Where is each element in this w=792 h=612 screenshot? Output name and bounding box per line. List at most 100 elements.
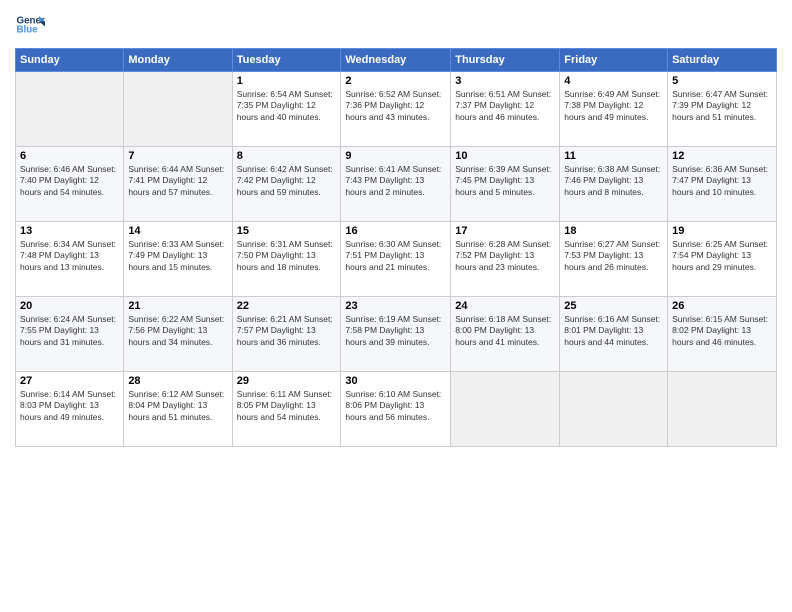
- day-info: Sunrise: 6:28 AM Sunset: 7:52 PM Dayligh…: [455, 239, 555, 273]
- day-info: Sunrise: 6:21 AM Sunset: 7:57 PM Dayligh…: [237, 314, 337, 348]
- header: General Blue: [15, 10, 777, 40]
- calendar-cell: 4 Sunrise: 6:49 AM Sunset: 7:38 PM Daylig…: [560, 72, 668, 147]
- day-info: Sunrise: 6:33 AM Sunset: 7:49 PM Dayligh…: [128, 239, 227, 273]
- day-info: Sunrise: 6:15 AM Sunset: 8:02 PM Dayligh…: [672, 314, 772, 348]
- week-row-3: 13 Sunrise: 6:34 AM Sunset: 7:48 PM Dayli…: [16, 222, 777, 297]
- calendar-cell: 11 Sunrise: 6:38 AM Sunset: 7:46 PM Dayli…: [560, 147, 668, 222]
- day-info: Sunrise: 6:36 AM Sunset: 7:47 PM Dayligh…: [672, 164, 772, 198]
- calendar-cell: 25 Sunrise: 6:16 AM Sunset: 8:01 PM Dayli…: [560, 297, 668, 372]
- day-info: Sunrise: 6:34 AM Sunset: 7:48 PM Dayligh…: [20, 239, 119, 273]
- day-info: Sunrise: 6:38 AM Sunset: 7:46 PM Dayligh…: [564, 164, 663, 198]
- day-number: 14: [128, 225, 227, 237]
- day-info: Sunrise: 6:54 AM Sunset: 7:35 PM Dayligh…: [237, 89, 337, 123]
- day-number: 20: [20, 300, 119, 312]
- logo-icon: General Blue: [15, 10, 45, 40]
- day-number: 4: [564, 75, 663, 87]
- day-info: Sunrise: 6:30 AM Sunset: 7:51 PM Dayligh…: [345, 239, 446, 273]
- day-info: Sunrise: 6:44 AM Sunset: 7:41 PM Dayligh…: [128, 164, 227, 198]
- day-number: 22: [237, 300, 337, 312]
- day-number: 2: [345, 75, 446, 87]
- day-info: Sunrise: 6:16 AM Sunset: 8:01 PM Dayligh…: [564, 314, 663, 348]
- calendar-cell: 27 Sunrise: 6:14 AM Sunset: 8:03 PM Dayli…: [16, 372, 124, 447]
- day-number: 28: [128, 375, 227, 387]
- calendar-page: General Blue SundayMondayTuesdayWednesda…: [0, 0, 792, 612]
- calendar-cell: 12 Sunrise: 6:36 AM Sunset: 7:47 PM Dayli…: [668, 147, 777, 222]
- week-row-2: 6Sunrise: 6:46 AM Sunset: 7:40 PM Daylig…: [16, 147, 777, 222]
- calendar-cell: 22 Sunrise: 6:21 AM Sunset: 7:57 PM Dayli…: [232, 297, 341, 372]
- weekday-header-tuesday: Tuesday: [232, 49, 341, 72]
- calendar-cell: [668, 372, 777, 447]
- calendar-cell: 16Sunrise: 6:30 AM Sunset: 7:51 PM Dayli…: [341, 222, 451, 297]
- day-info: Sunrise: 6:42 AM Sunset: 7:42 PM Dayligh…: [237, 164, 337, 198]
- calendar-cell: 14 Sunrise: 6:33 AM Sunset: 7:49 PM Dayli…: [124, 222, 232, 297]
- day-info: Sunrise: 6:22 AM Sunset: 7:56 PM Dayligh…: [128, 314, 227, 348]
- day-info: Sunrise: 6:12 AM Sunset: 8:04 PM Dayligh…: [128, 389, 227, 423]
- day-number: 23: [345, 300, 446, 312]
- day-info: Sunrise: 6:27 AM Sunset: 7:53 PM Dayligh…: [564, 239, 663, 273]
- calendar-cell: 9Sunrise: 6:41 AM Sunset: 7:43 PM Daylig…: [341, 147, 451, 222]
- week-row-4: 20 Sunrise: 6:24 AM Sunset: 7:55 PM Dayli…: [16, 297, 777, 372]
- day-number: 10: [455, 150, 555, 162]
- weekday-header-saturday: Saturday: [668, 49, 777, 72]
- calendar-cell: 18Sunrise: 6:27 AM Sunset: 7:53 PM Dayli…: [560, 222, 668, 297]
- day-number: 12: [672, 150, 772, 162]
- day-number: 15: [237, 225, 337, 237]
- calendar-cell: 24 Sunrise: 6:18 AM Sunset: 8:00 PM Dayli…: [451, 297, 560, 372]
- calendar-cell: 29 Sunrise: 6:11 AM Sunset: 8:05 PM Dayli…: [232, 372, 341, 447]
- day-number: 3: [455, 75, 555, 87]
- day-info: Sunrise: 6:24 AM Sunset: 7:55 PM Dayligh…: [20, 314, 119, 348]
- day-info: Sunrise: 6:14 AM Sunset: 8:03 PM Dayligh…: [20, 389, 119, 423]
- weekday-header-friday: Friday: [560, 49, 668, 72]
- week-row-1: 1 Sunrise: 6:54 AM Sunset: 7:35 PM Daylig…: [16, 72, 777, 147]
- day-info: Sunrise: 6:41 AM Sunset: 7:43 PM Dayligh…: [345, 164, 446, 198]
- day-info: Sunrise: 6:52 AM Sunset: 7:36 PM Dayligh…: [345, 89, 446, 123]
- calendar-cell: 6Sunrise: 6:46 AM Sunset: 7:40 PM Daylig…: [16, 147, 124, 222]
- day-number: 17: [455, 225, 555, 237]
- calendar-cell: 28 Sunrise: 6:12 AM Sunset: 8:04 PM Dayli…: [124, 372, 232, 447]
- calendar-cell: [560, 372, 668, 447]
- day-info: Sunrise: 6:11 AM Sunset: 8:05 PM Dayligh…: [237, 389, 337, 423]
- calendar-cell: 3Sunrise: 6:51 AM Sunset: 7:37 PM Daylig…: [451, 72, 560, 147]
- day-number: 27: [20, 375, 119, 387]
- day-number: 8: [237, 150, 337, 162]
- calendar-cell: 17 Sunrise: 6:28 AM Sunset: 7:52 PM Dayli…: [451, 222, 560, 297]
- calendar-cell: [16, 72, 124, 147]
- day-info: Sunrise: 6:39 AM Sunset: 7:45 PM Dayligh…: [455, 164, 555, 198]
- calendar-cell: 13 Sunrise: 6:34 AM Sunset: 7:48 PM Dayli…: [16, 222, 124, 297]
- calendar-cell: 1 Sunrise: 6:54 AM Sunset: 7:35 PM Daylig…: [232, 72, 341, 147]
- weekday-header-sunday: Sunday: [16, 49, 124, 72]
- calendar-cell: 5Sunrise: 6:47 AM Sunset: 7:39 PM Daylig…: [668, 72, 777, 147]
- day-number: 29: [237, 375, 337, 387]
- calendar-cell: 21 Sunrise: 6:22 AM Sunset: 7:56 PM Dayli…: [124, 297, 232, 372]
- day-number: 21: [128, 300, 227, 312]
- day-info: Sunrise: 6:10 AM Sunset: 8:06 PM Dayligh…: [345, 389, 446, 423]
- day-number: 11: [564, 150, 663, 162]
- calendar-cell: 15 Sunrise: 6:31 AM Sunset: 7:50 PM Dayli…: [232, 222, 341, 297]
- day-number: 19: [672, 225, 772, 237]
- day-info: Sunrise: 6:19 AM Sunset: 7:58 PM Dayligh…: [345, 314, 446, 348]
- calendar-cell: 8 Sunrise: 6:42 AM Sunset: 7:42 PM Daylig…: [232, 147, 341, 222]
- calendar-cell: 30Sunrise: 6:10 AM Sunset: 8:06 PM Dayli…: [341, 372, 451, 447]
- calendar-cell: 19Sunrise: 6:25 AM Sunset: 7:54 PM Dayli…: [668, 222, 777, 297]
- day-number: 26: [672, 300, 772, 312]
- calendar-cell: [124, 72, 232, 147]
- calendar-cell: 2 Sunrise: 6:52 AM Sunset: 7:36 PM Daylig…: [341, 72, 451, 147]
- day-number: 13: [20, 225, 119, 237]
- day-number: 25: [564, 300, 663, 312]
- calendar-cell: 26 Sunrise: 6:15 AM Sunset: 8:02 PM Dayli…: [668, 297, 777, 372]
- logo: General Blue: [15, 10, 45, 40]
- day-info: Sunrise: 6:18 AM Sunset: 8:00 PM Dayligh…: [455, 314, 555, 348]
- calendar-cell: 20 Sunrise: 6:24 AM Sunset: 7:55 PM Dayli…: [16, 297, 124, 372]
- day-info: Sunrise: 6:49 AM Sunset: 7:38 PM Dayligh…: [564, 89, 663, 123]
- weekday-header-row: SundayMondayTuesdayWednesdayThursdayFrid…: [16, 49, 777, 72]
- calendar-cell: 7Sunrise: 6:44 AM Sunset: 7:41 PM Daylig…: [124, 147, 232, 222]
- weekday-header-monday: Monday: [124, 49, 232, 72]
- day-number: 1: [237, 75, 337, 87]
- calendar-cell: [451, 372, 560, 447]
- day-number: 24: [455, 300, 555, 312]
- calendar-table: SundayMondayTuesdayWednesdayThursdayFrid…: [15, 48, 777, 447]
- day-info: Sunrise: 6:31 AM Sunset: 7:50 PM Dayligh…: [237, 239, 337, 273]
- svg-text:Blue: Blue: [17, 25, 39, 36]
- day-info: Sunrise: 6:46 AM Sunset: 7:40 PM Dayligh…: [20, 164, 119, 198]
- day-info: Sunrise: 6:47 AM Sunset: 7:39 PM Dayligh…: [672, 89, 772, 123]
